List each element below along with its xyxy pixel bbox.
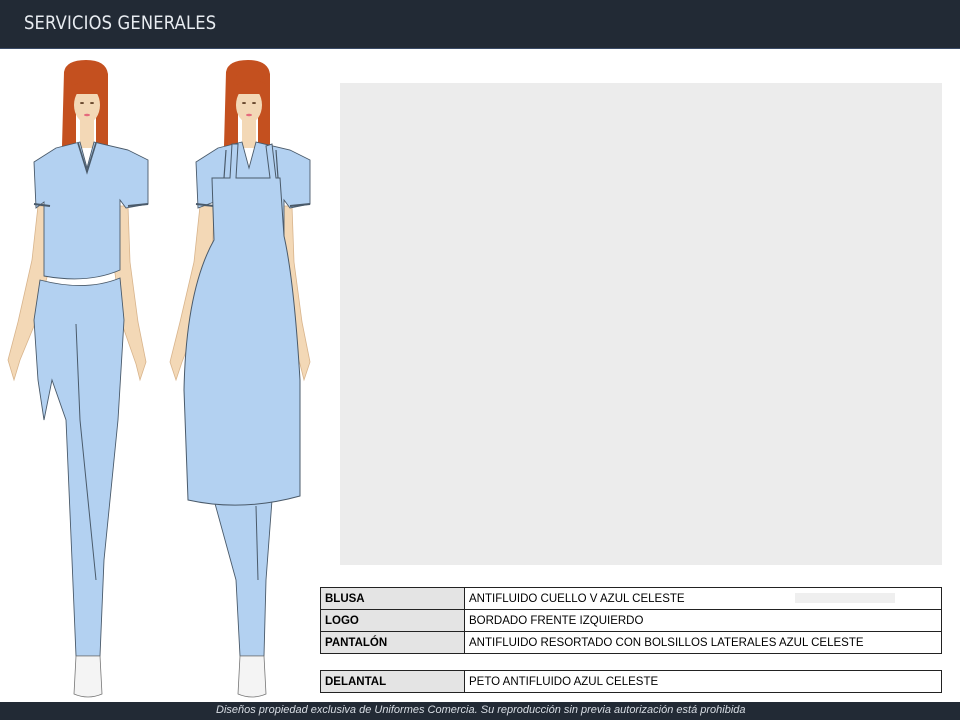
spec-value: ANTIFLUIDO CUELLO V AZUL CELESTE — [464, 587, 942, 610]
figure-apron — [169, 60, 311, 698]
spec-row-delantal: DELANTAL PETO ANTIFLUIDO AZUL CELESTE — [320, 670, 942, 693]
specification-table: BLUSA ANTIFLUIDO CUELLO V AZUL CELESTE L… — [320, 587, 942, 654]
spec-label: BLUSA — [320, 587, 465, 610]
copyright-notice: Diseños propiedad exclusiva de Uniformes… — [216, 704, 746, 716]
spec-row-logo: LOGO BORDADO FRENTE IZQUIERDO — [320, 609, 942, 632]
spec-value: BORDADO FRENTE IZQUIERDO — [464, 609, 942, 632]
footer-bar: Diseños propiedad exclusiva de Uniformes… — [0, 702, 960, 720]
spec-value: PETO ANTIFLUIDO AZUL CELESTE — [464, 670, 942, 693]
figure-blouse-pants — [7, 60, 149, 698]
spec-label: PANTALÓN — [320, 631, 465, 654]
uniform-illustrations — [7, 60, 311, 698]
spec-row-blusa: BLUSA ANTIFLUIDO CUELLO V AZUL CELESTE — [320, 587, 942, 610]
header-bar: SERVICIOS GENERALES — [0, 0, 960, 49]
spec-value: ANTIFLUIDO RESORTADO CON BOLSILLOS LATER… — [464, 631, 942, 654]
page-title: SERVICIOS GENERALES — [24, 12, 217, 34]
spec-label: DELANTAL — [320, 670, 465, 693]
photo-placeholder — [340, 83, 942, 565]
spec-label: LOGO — [320, 609, 465, 632]
apron-table: DELANTAL PETO ANTIFLUIDO AZUL CELESTE — [320, 670, 942, 693]
spec-row-pantalon: PANTALÓN ANTIFLUIDO RESORTADO CON BOLSIL… — [320, 631, 942, 654]
